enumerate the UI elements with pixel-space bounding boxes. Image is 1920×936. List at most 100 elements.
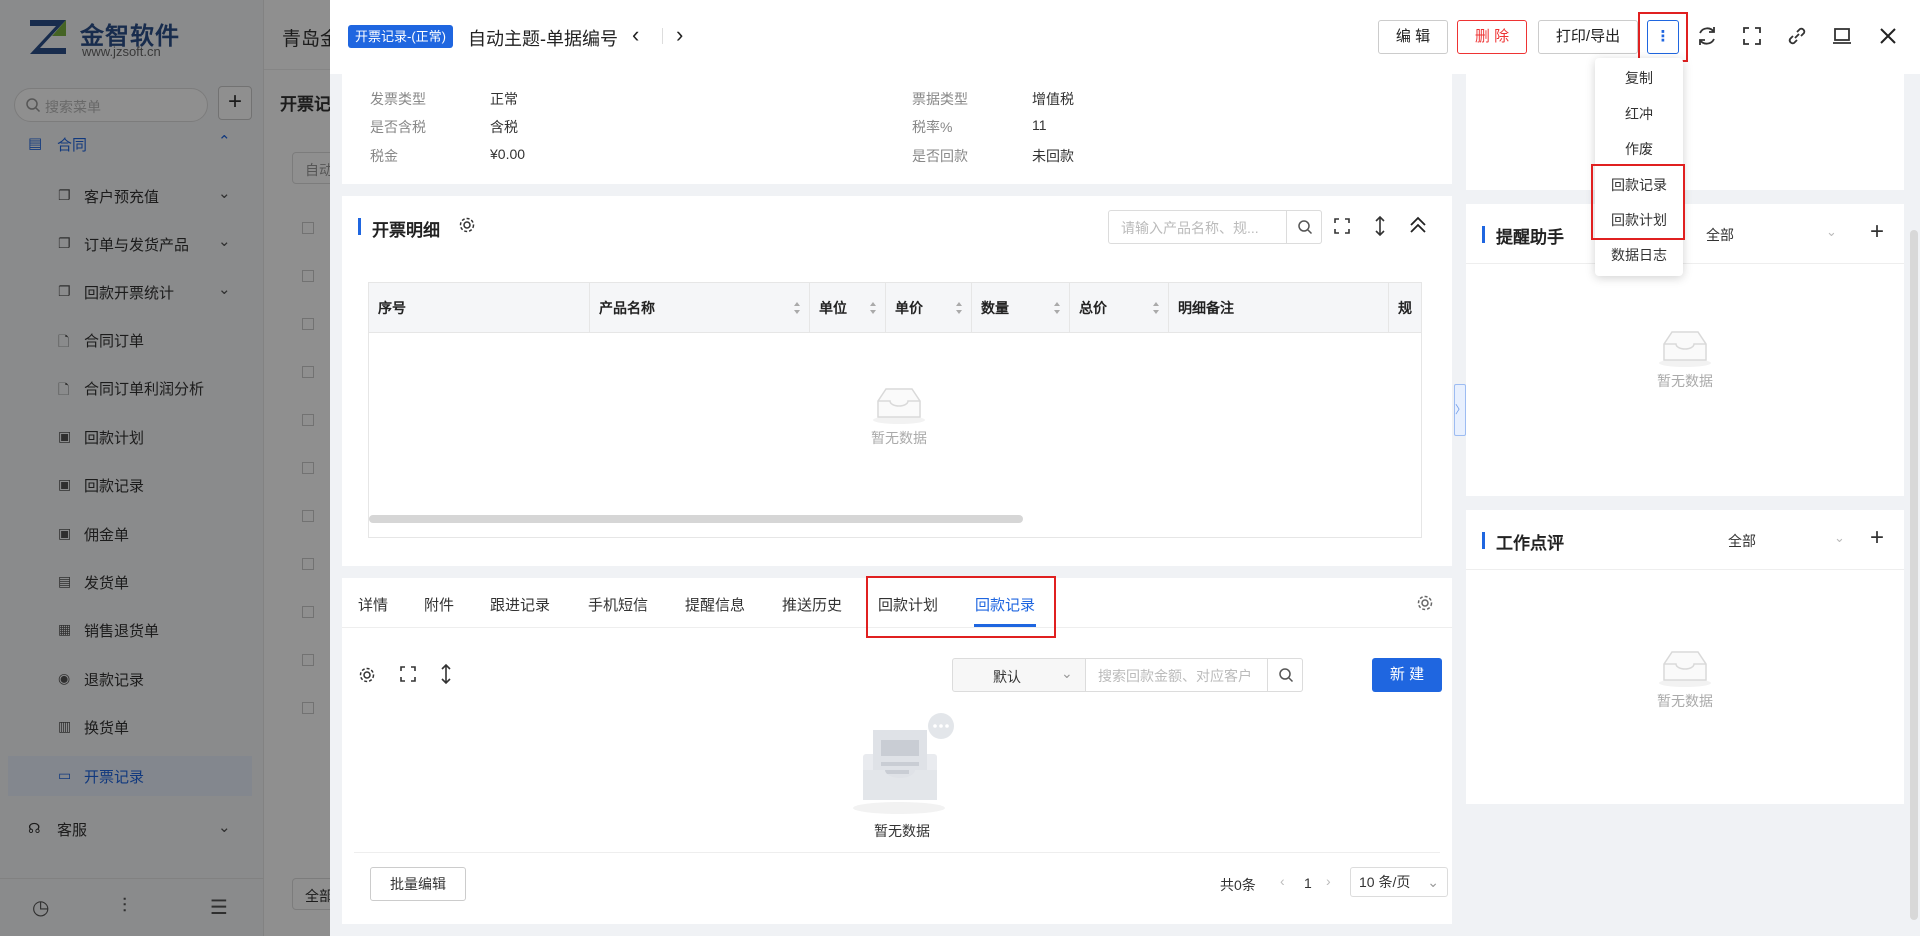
filter-select[interactable]: 默认 ⌄	[952, 658, 1086, 692]
tab-push-history[interactable]: 推送历史	[782, 594, 842, 615]
column-label: 单位	[819, 300, 847, 316]
collapse-up-icon[interactable]	[1408, 215, 1428, 235]
empty-text: 暂无数据	[874, 823, 930, 839]
previous-page-button[interactable]: ‹	[1280, 873, 1285, 889]
column-quantity[interactable]: 数量	[972, 283, 1070, 333]
review-filter-value[interactable]: 全部	[1728, 531, 1756, 551]
tab-sms[interactable]: 手机短信	[588, 594, 648, 615]
column-total[interactable]: 总价	[1070, 283, 1169, 333]
tab-attachments[interactable]: 附件	[424, 594, 454, 615]
product-search-input[interactable]: 请输入产品名称、规...	[1108, 210, 1322, 244]
search-icon	[1279, 668, 1294, 683]
sort-icon[interactable]	[869, 301, 877, 315]
column-product-name[interactable]: 产品名称	[590, 283, 810, 333]
tax-rate-value: 11	[1032, 117, 1047, 133]
tax-included-label: 是否含税	[370, 119, 426, 135]
right-panel-top	[1466, 74, 1904, 190]
print-export-button[interactable]: 打印/导出	[1538, 20, 1638, 54]
fullscreen-icon[interactable]	[1740, 24, 1764, 48]
next-record-button[interactable]: ›	[676, 22, 683, 48]
menu-item-copy[interactable]: 复制	[1595, 62, 1683, 94]
column-label: 单价	[895, 300, 923, 316]
fullscreen-icon[interactable]	[1332, 216, 1352, 236]
filter-select-value: 默认	[993, 669, 1021, 685]
table-footer: 批量编辑 共0条 ‹ 1 › 10 条/页 ⌄	[354, 852, 1448, 912]
close-icon[interactable]	[1876, 24, 1900, 48]
reminder-filter-value[interactable]: 全部	[1706, 225, 1734, 245]
section-bar	[1482, 226, 1485, 243]
search-button[interactable]	[1286, 210, 1322, 244]
empty-box-icon	[1659, 331, 1711, 367]
previous-record-button[interactable]: ‹	[632, 22, 639, 48]
edit-button[interactable]: 编 辑	[1378, 20, 1448, 54]
vertical-scrollbar[interactable]	[1910, 230, 1918, 920]
laptop-icon[interactable]	[1830, 24, 1854, 48]
row-height-icon[interactable]	[1372, 215, 1388, 237]
empty-text: 暂无数据	[1657, 693, 1713, 709]
column-index[interactable]: 序号	[369, 283, 590, 333]
menu-item-data-log[interactable]: 数据日志	[1595, 239, 1683, 271]
sort-icon[interactable]	[955, 301, 963, 315]
empty-document-icon	[853, 713, 954, 814]
related-records-card: 详情 附件 跟进记录 手机短信 提醒信息 推送历史 回款计划 回款记录 默认 ⌄…	[342, 576, 1452, 924]
link-icon[interactable]	[1785, 24, 1809, 48]
search-placeholder: 请输入产品名称、规...	[1121, 220, 1259, 236]
highlight-box	[1638, 12, 1688, 62]
tab-reminders[interactable]: 提醒信息	[685, 594, 745, 615]
tab-follow-up[interactable]: 跟进记录	[490, 594, 550, 615]
gear-icon[interactable]	[1416, 594, 1434, 612]
status-badge: 开票记录-(正常)	[348, 25, 453, 48]
panel-title: 工作点评	[1496, 534, 1564, 553]
gear-icon[interactable]	[458, 216, 476, 234]
column-label: 数量	[981, 300, 1009, 316]
empty-state: 暂无数据	[839, 383, 959, 448]
payment-status-label: 是否回款	[912, 148, 968, 164]
fullscreen-icon[interactable]	[398, 664, 418, 684]
bill-type-label: 票据类型	[912, 91, 968, 107]
delete-button[interactable]: 删 除	[1457, 20, 1527, 54]
empty-state: 暂无数据	[1625, 646, 1745, 711]
column-unit-price[interactable]: 单价	[886, 283, 972, 333]
invoice-type-label: 发票类型	[370, 91, 426, 107]
row-height-icon[interactable]	[438, 663, 454, 685]
chevron-down-icon[interactable]: ⌄	[1834, 530, 1845, 546]
next-page-button[interactable]: ›	[1326, 873, 1331, 889]
menu-item-void[interactable]: 作废	[1595, 133, 1683, 165]
column-remark[interactable]: 明细备注	[1169, 283, 1389, 333]
sort-icon[interactable]	[793, 301, 801, 315]
add-reminder-button[interactable]: +	[1870, 220, 1884, 244]
column-unit[interactable]: 单位	[810, 283, 886, 333]
payment-search-input[interactable]: 搜索回款金额、对应客户	[1085, 658, 1303, 692]
page-size-value: 10 条/页	[1359, 874, 1411, 890]
invoice-detail-card: 开票明细 请输入产品名称、规... 序号 产品名称 单位 单价 数量 总价 明细…	[342, 196, 1452, 566]
table-header: 序号 产品名称 单位 单价 数量 总价 明细备注 规	[369, 283, 1421, 333]
work-review-panel: 工作点评 全部 ⌄ + 暂无数据	[1466, 510, 1904, 804]
tax-amount-value: ¥0.00	[490, 146, 526, 162]
chevron-down-icon[interactable]: ⌄	[1826, 224, 1837, 240]
pagination-current[interactable]: 1	[1304, 875, 1312, 891]
refresh-icon[interactable]	[1695, 24, 1719, 48]
chevron-down-icon: ⌄	[1061, 665, 1073, 681]
invoice-info-card: 发票类型 正常 票据类型 增值税 是否含税 含税 税率% 11 税金 ¥0.00…	[342, 74, 1452, 184]
sort-icon[interactable]	[1152, 301, 1160, 315]
panel-header: 提醒助手 更多 全部 ⌄ +	[1466, 204, 1904, 264]
batch-edit-button[interactable]: 批量编辑	[370, 867, 466, 901]
sort-icon[interactable]	[1053, 301, 1061, 315]
search-button[interactable]	[1267, 658, 1303, 692]
page-size-select[interactable]: 10 条/页 ⌄	[1350, 867, 1448, 897]
new-button[interactable]: 新 建	[1372, 658, 1442, 692]
gear-icon[interactable]	[358, 666, 376, 684]
add-review-button[interactable]: +	[1870, 526, 1884, 550]
tab-details[interactable]: 详情	[358, 594, 388, 615]
chevron-down-icon: ⌄	[1427, 874, 1439, 890]
menu-item-red-reverse[interactable]: 红冲	[1595, 98, 1683, 130]
tax-rate-label: 税率%	[912, 119, 953, 135]
horizontal-scrollbar[interactable]	[369, 515, 1023, 523]
divider	[662, 28, 663, 44]
panel-title: 提醒助手	[1496, 228, 1564, 247]
empty-text: 暂无数据	[871, 430, 927, 446]
collapse-panel-toggle[interactable]: 〉	[1454, 384, 1466, 436]
pagination-total: 共0条	[1220, 877, 1256, 893]
column-spec[interactable]: 规	[1389, 283, 1421, 333]
drawer-title: 自动主题-单据编号	[468, 29, 618, 49]
